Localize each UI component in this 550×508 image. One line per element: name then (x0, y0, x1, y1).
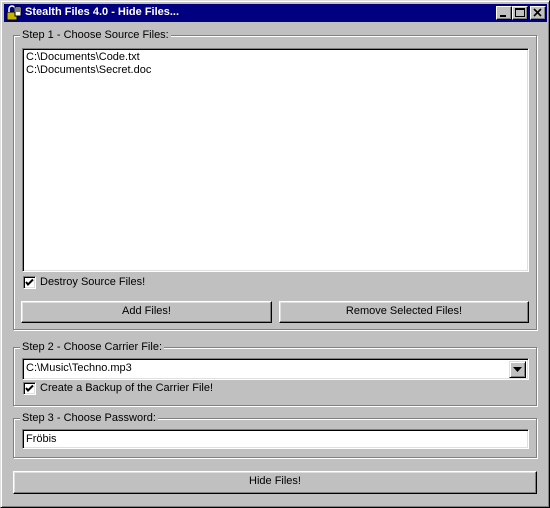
add-files-button[interactable]: Add Files! (21, 301, 272, 323)
carrier-file-value: C:\Music\Techno.mp3 (26, 362, 132, 374)
chevron-down-icon (513, 367, 522, 372)
maximize-button[interactable] (512, 6, 528, 20)
list-item[interactable]: C:\Documents\Code.txt (26, 51, 525, 64)
minimize-button[interactable] (496, 6, 512, 20)
list-item[interactable]: C:\Documents\Secret.doc (26, 64, 525, 77)
source-files-list[interactable]: C:\Documents\Code.txt C:\Documents\Secre… (22, 48, 529, 272)
app-window: Stealth Files 4.0 - Hide Files... Step 1… (0, 0, 550, 508)
title-bar[interactable]: Stealth Files 4.0 - Hide Files... (4, 4, 547, 22)
backup-carrier-checkbox[interactable] (23, 382, 36, 395)
remove-selected-files-button[interactable]: Remove Selected Files! (279, 301, 529, 323)
step3-label: Step 3 - Choose Password: (20, 412, 158, 425)
close-button[interactable] (530, 6, 546, 20)
lock-icon (6, 5, 22, 21)
window-title: Stealth Files 4.0 - Hide Files... (25, 6, 180, 18)
carrier-dropdown-button[interactable] (509, 361, 526, 378)
password-value: Fröbis (26, 433, 57, 445)
remove-selected-files-label: Remove Selected Files! (345, 305, 463, 317)
step2-label: Step 2 - Choose Carrier File: (20, 341, 164, 354)
step1-label: Step 1 - Choose Source Files: (20, 29, 171, 42)
checkmark-icon (25, 384, 34, 392)
step2-group: Step 2 - Choose Carrier File: C:\Music\T… (13, 341, 537, 406)
add-files-label: Add Files! (122, 305, 171, 317)
destroy-source-checkbox[interactable] (23, 276, 36, 289)
hide-files-label: Hide Files! (249, 475, 301, 487)
step3-group: Step 3 - Choose Password: Fröbis (13, 412, 537, 458)
password-field[interactable]: Fröbis (22, 429, 529, 449)
checkmark-icon (25, 278, 34, 286)
hide-files-button[interactable]: Hide Files! (13, 471, 537, 494)
carrier-file-combobox[interactable]: C:\Music\Techno.mp3 (22, 358, 529, 380)
backup-carrier-label[interactable]: Create a Backup of the Carrier File! (40, 382, 213, 395)
step1-group: Step 1 - Choose Source Files: C:\Documen… (13, 29, 537, 330)
destroy-source-label[interactable]: Destroy Source Files! (40, 276, 145, 289)
